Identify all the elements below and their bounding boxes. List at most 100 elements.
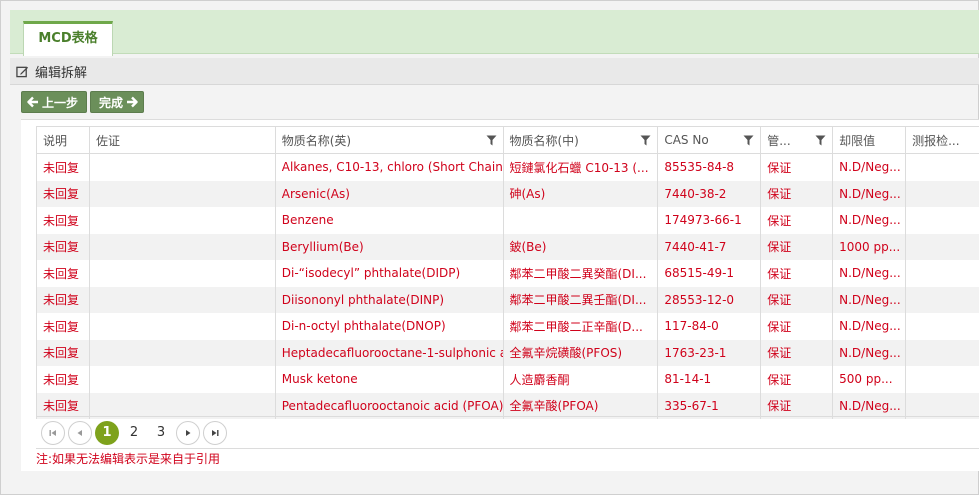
table-row[interactable]: 未回复 Di-“isodecyl” phthalate(DIDP) 鄰苯二甲酸二異癸… — [37, 260, 979, 287]
table-cell[interactable]: 117-84-0 — [658, 313, 762, 340]
table-cell[interactable]: Diisononyl phthalate(DINP) — [276, 286, 504, 313]
table-cell[interactable]: 保证 — [761, 313, 834, 340]
table-cell[interactable]: N.D/Neg... — [833, 260, 907, 287]
table-cell[interactable]: 174973-66-1 — [658, 207, 762, 234]
table-cell[interactable]: Alkanes, C10-13, chloro (Short Chain... — [276, 154, 504, 181]
table-row[interactable]: 未回复 Beryllium(Be) 鈹(Be) 7440-41-7 保证 1000 pp.… — [37, 233, 979, 260]
table-cell[interactable]: 保证 — [761, 286, 834, 313]
table-cell[interactable]: Di-n-octyl phthalate(DNOP) — [276, 313, 504, 340]
table-cell[interactable]: 未回复 — [37, 154, 90, 181]
table-cell[interactable]: 保证 — [761, 154, 834, 181]
table-cell[interactable]: 鈹(Be) — [504, 233, 659, 260]
table-cell[interactable]: 未回复 — [37, 207, 90, 234]
table-cell[interactable]: 未回复 — [37, 180, 90, 207]
table-cell[interactable]: 7440-41-7 — [658, 233, 762, 260]
done-button[interactable]: 完成 — [90, 91, 145, 113]
table-cell[interactable]: N.D/Neg... — [833, 339, 907, 366]
tab-mcd-table[interactable]: MCD表格 — [23, 21, 113, 56]
table-cell[interactable] — [90, 260, 276, 287]
table-cell[interactable] — [906, 313, 979, 340]
table-cell[interactable]: 鄰苯二甲酸二異癸酯(DI... — [504, 260, 659, 287]
table-cell[interactable]: 68515-49-1 — [658, 260, 762, 287]
column-header-0[interactable]: 说明 — [37, 127, 90, 153]
table-cell[interactable] — [90, 366, 276, 393]
table-cell[interactable]: 鄰苯二甲酸二正辛酯(D... — [504, 313, 659, 340]
table-cell[interactable] — [906, 233, 979, 260]
table-cell[interactable]: Di-“isodecyl” phthalate(DIDP) — [276, 260, 504, 287]
column-header-1[interactable]: 佐证 — [90, 127, 276, 153]
column-header-3[interactable]: 物质名称(中) — [504, 127, 659, 153]
page-number-button[interactable]: 1 — [95, 420, 119, 445]
table-cell[interactable]: Heptadecafluorooctane-1-sulphonic a... — [276, 339, 504, 366]
table-cell[interactable]: 全氟辛烷磺酸(PFOS) — [504, 339, 659, 366]
first-page-button[interactable] — [41, 420, 65, 445]
column-header-7[interactable]: 测报检... — [906, 127, 979, 153]
table-cell[interactable]: Benzene — [276, 207, 504, 234]
table-cell[interactable] — [906, 180, 979, 207]
table-cell[interactable] — [90, 233, 276, 260]
table-cell[interactable]: 500 pp... — [833, 366, 907, 393]
table-cell[interactable]: N.D/Neg... — [833, 154, 907, 181]
table-row[interactable]: 未回复 Arsenic(As) 砷(As) 7440-38-2 保证 N.D/Neg... — [37, 180, 979, 207]
table-cell[interactable]: 未回复 — [37, 233, 90, 260]
table-row[interactable]: 未回复 Di-n-octyl phthalate(DNOP) 鄰苯二甲酸二正辛酯(D… — [37, 313, 979, 340]
table-cell[interactable]: N.D/Neg... — [833, 180, 907, 207]
table-cell[interactable]: 保证 — [761, 233, 834, 260]
prev-page-button[interactable] — [68, 420, 92, 445]
table-cell[interactable]: Musk ketone — [276, 366, 504, 393]
table-cell[interactable]: N.D/Neg... — [833, 286, 907, 313]
table-cell[interactable]: 人造麝香酮 — [504, 366, 659, 393]
page-number-button[interactable]: 3 — [149, 421, 173, 445]
table-cell[interactable] — [90, 207, 276, 234]
table-cell[interactable] — [90, 339, 276, 366]
table-cell[interactable] — [906, 339, 979, 366]
table-cell[interactable]: 1000 pp... — [833, 233, 907, 260]
column-header-6[interactable]: 却限值 — [833, 127, 907, 153]
column-header-5[interactable]: 管... — [761, 127, 834, 153]
table-cell[interactable]: 28553-12-0 — [658, 286, 762, 313]
table-cell[interactable]: 未回复 — [37, 260, 90, 287]
table-cell[interactable] — [906, 207, 979, 234]
table-row[interactable]: 未回复 Alkanes, C10-13, chloro (Short Chain.… — [37, 154, 979, 181]
table-cell[interactable]: 保证 — [761, 207, 834, 234]
table-cell[interactable] — [906, 286, 979, 313]
table-row[interactable]: 未回复 Musk ketone 人造麝香酮 81-14-1 保证 500 pp... — [37, 366, 979, 393]
table-cell[interactable] — [504, 207, 659, 234]
table-cell[interactable] — [90, 180, 276, 207]
table-cell[interactable]: 砷(As) — [504, 180, 659, 207]
table-cell[interactable]: 鄰苯二甲酸二異壬酯(DI... — [504, 286, 659, 313]
prev-step-button[interactable]: 上一步 — [21, 91, 88, 113]
table-cell[interactable]: 85535-84-8 — [658, 154, 762, 181]
table-row[interactable]: 未回复 Benzene 174973-66-1 保证 N.D/Neg... — [37, 207, 979, 234]
table-cell[interactable] — [90, 154, 276, 181]
table-cell[interactable]: 未回复 — [37, 366, 90, 393]
column-header-4[interactable]: CAS No — [658, 127, 762, 153]
filter-icon[interactable] — [640, 135, 651, 146]
filter-icon[interactable] — [743, 135, 754, 146]
table-cell[interactable] — [906, 260, 979, 287]
table-cell[interactable]: N.D/Neg... — [833, 207, 907, 234]
table-cell[interactable]: Arsenic(As) — [276, 180, 504, 207]
table-row[interactable]: 未回复 Diisononyl phthalate(DINP) 鄰苯二甲酸二異壬酯(D… — [37, 286, 979, 313]
table-cell[interactable]: 保证 — [761, 366, 834, 393]
table-cell[interactable]: 保证 — [761, 260, 834, 287]
filter-icon[interactable] — [815, 135, 826, 146]
table-cell[interactable]: 未回复 — [37, 286, 90, 313]
table-cell[interactable] — [906, 366, 979, 393]
table-cell[interactable] — [90, 313, 276, 340]
page-number-button[interactable]: 2 — [122, 421, 146, 445]
table-cell[interactable]: 1763-23-1 — [658, 339, 762, 366]
table-cell[interactable]: 81-14-1 — [658, 366, 762, 393]
last-page-button[interactable] — [203, 420, 227, 445]
next-page-button[interactable] — [176, 420, 200, 445]
table-cell[interactable] — [90, 286, 276, 313]
table-cell[interactable]: 未回复 — [37, 313, 90, 340]
table-cell[interactable]: 短鏈氯化石蠟 C10-13 (... — [504, 154, 659, 181]
column-header-2[interactable]: 物质名称(英) — [276, 127, 504, 153]
table-cell[interactable] — [906, 154, 979, 181]
table-cell[interactable]: N.D/Neg... — [833, 313, 907, 340]
table-cell[interactable]: Beryllium(Be) — [276, 233, 504, 260]
table-cell[interactable]: 7440-38-2 — [658, 180, 762, 207]
table-cell[interactable]: 保证 — [761, 180, 834, 207]
filter-icon[interactable] — [486, 135, 497, 146]
